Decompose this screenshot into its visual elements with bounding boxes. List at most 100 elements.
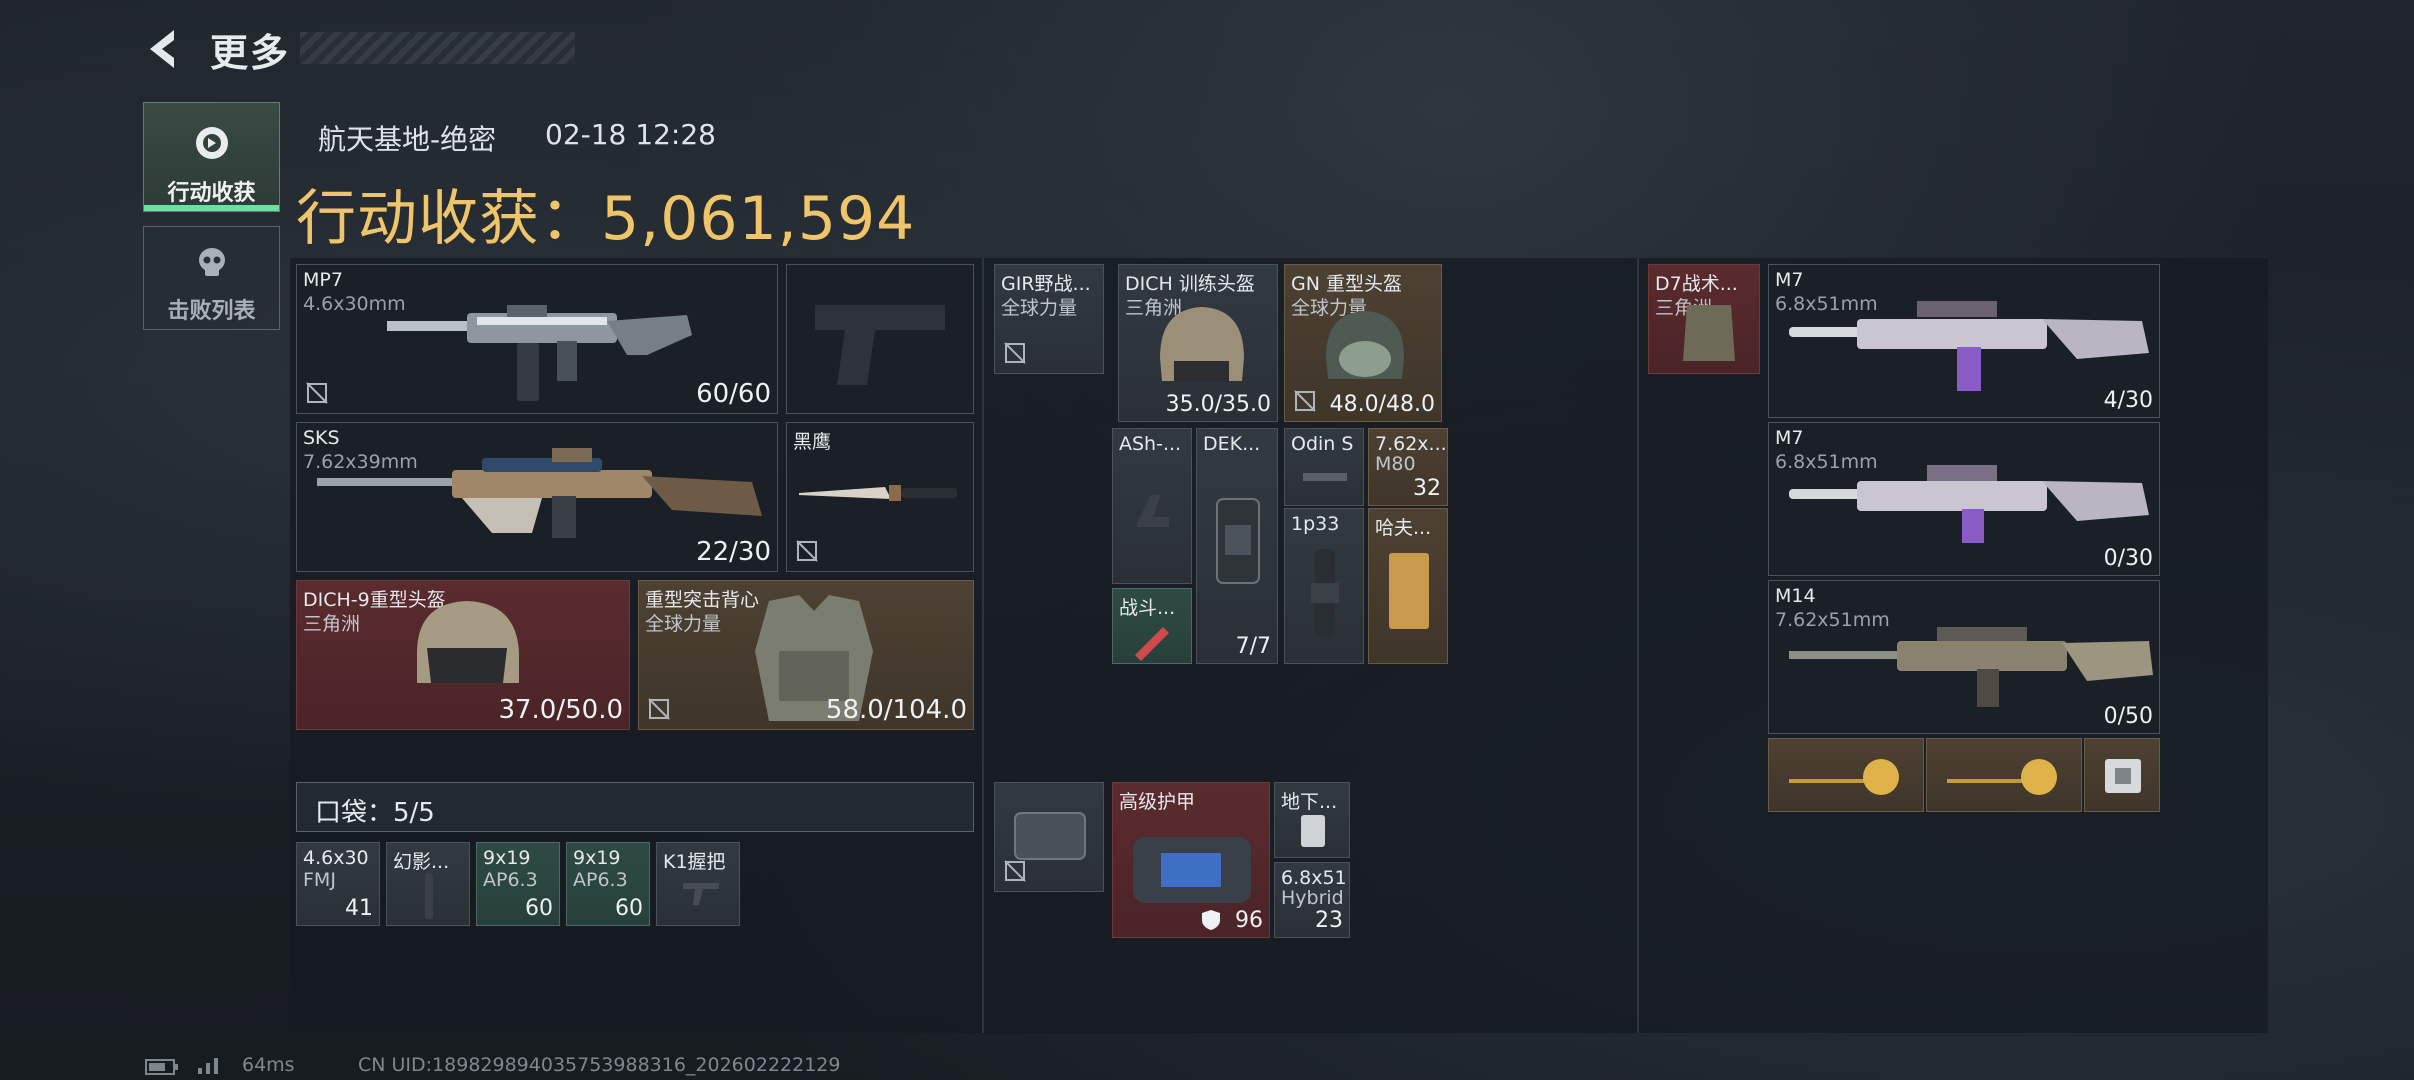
item-name: 9x19: [573, 847, 621, 869]
melee-slot[interactable]: 黑鹰: [786, 422, 974, 572]
gear-target-icon: [195, 127, 228, 159]
backpack-item[interactable]: Odin S: [1284, 428, 1364, 506]
no-insure-icon: [306, 382, 328, 404]
skull-icon: [198, 248, 225, 276]
rig-icon: [1683, 305, 1735, 361]
backpack-item[interactable]: DEK... 7/7: [1196, 428, 1278, 664]
item-name: 哈夫...: [1375, 517, 1432, 539]
tab-haul-label: 行动收获: [167, 181, 256, 206]
item-name: 9x19: [483, 847, 531, 869]
pocket-item[interactable]: 幻影...: [386, 842, 470, 926]
pocket-label: 口袋：5/5: [315, 798, 435, 828]
syringe-icon: [1135, 627, 1169, 661]
no-insure-icon: [1004, 342, 1026, 364]
item-name: Odin S: [1291, 433, 1354, 455]
item-count: 60: [525, 896, 553, 921]
haul-value: 行动收获：5,061,594: [296, 184, 916, 254]
ammo-count: 4/30: [2103, 388, 2153, 413]
backpack-item[interactable]: 战斗...: [1112, 588, 1192, 664]
item-name: 6.8x51: [1281, 867, 1347, 889]
pocket-header: 口袋：5/5: [296, 782, 974, 832]
item-name: 幻影...: [393, 851, 450, 873]
back-arrow-icon[interactable]: [140, 24, 190, 74]
item-sub: AP6.3: [483, 869, 538, 891]
rose-item[interactable]: [1768, 738, 1924, 812]
durability: 35.0/35.0: [1165, 392, 1271, 417]
item-name: K1握把: [663, 851, 726, 873]
item-name: 1p33: [1291, 513, 1340, 535]
durability: 37.0/50.0: [498, 695, 623, 725]
weapon-slot-m7-secondary[interactable]: M7 6.8x51mm 0/30: [1768, 422, 2160, 576]
sidearm-slot-empty[interactable]: [786, 264, 974, 414]
safe-case-slot[interactable]: [994, 782, 1104, 892]
armor-bag-icon: [1133, 837, 1251, 903]
item-name: 地下...: [1281, 791, 1338, 813]
item-name: DICH 训练头盔: [1125, 273, 1255, 295]
case-icon: [1014, 812, 1086, 860]
item-count: 23: [1315, 908, 1343, 933]
item-count: 60: [615, 896, 643, 921]
pocket-item[interactable]: 9x19 AP6.3 60: [566, 842, 650, 926]
ping-text: 64ms: [242, 1054, 295, 1076]
item-brand: 全球力量: [1001, 297, 1078, 319]
durability: 48.0/48.0: [1329, 392, 1435, 417]
armor-slot[interactable]: 重型突击背心 全球力量 58.0/104.0: [638, 580, 974, 730]
rose-item[interactable]: [1926, 738, 2082, 812]
tactical-rig-slot[interactable]: D7战术... 三角洲: [1648, 264, 1760, 374]
shield-icon: [1202, 910, 1220, 930]
durability: 58.0/104.0: [825, 695, 967, 725]
tab-kill-list-label: 击败列表: [167, 299, 256, 324]
weapon-slot-mp7[interactable]: MP7 4.6x30mm 60/60: [296, 264, 778, 414]
ammo-count: 0/50: [2103, 704, 2153, 729]
backpack-item[interactable]: 7.62x... M80 32: [1368, 428, 1448, 506]
weapon-slot-m14[interactable]: M14 7.62x51mm 0/50: [1768, 580, 2160, 734]
helmet-icon: [1326, 311, 1404, 379]
chip-item[interactable]: [2084, 738, 2160, 812]
item-count: 41: [345, 896, 373, 921]
item-name: 黑鹰: [793, 431, 832, 453]
tab-haul[interactable]: 行动收获: [143, 102, 280, 212]
m7-rifle-icon: [1789, 465, 2149, 543]
battery-icon: [145, 1059, 178, 1075]
backpack-item[interactable]: 1p33: [1284, 508, 1364, 664]
golden-rose-icon: [1947, 759, 2057, 795]
item-sub: Hybrid: [1281, 887, 1344, 909]
helmet-slot-heavy[interactable]: GN 重型头盔 全球力量 48.0/48.0: [1284, 264, 1442, 422]
helmet-slot-training[interactable]: DICH 训练头盔 三角洲 35.0/35.0: [1118, 264, 1278, 422]
match-timestamp: 02-18 12:28: [545, 118, 716, 151]
item-count: 7/7: [1235, 634, 1271, 659]
backpack-item[interactable]: 6.8x51 Hybrid 23: [1274, 862, 1350, 938]
backpack-item[interactable]: ASh-...: [1112, 428, 1192, 584]
knife-icon: [799, 485, 957, 501]
armor-bag-item[interactable]: 高级护甲 96: [1112, 782, 1270, 938]
chest-rig-slot[interactable]: GIR野战... 全球力量: [994, 264, 1104, 374]
map-location: 航天基地-绝密: [318, 123, 497, 156]
no-insure-icon: [1294, 390, 1316, 412]
attachment-icon: [1303, 473, 1347, 481]
backpack-item[interactable]: 哈夫...: [1368, 508, 1448, 664]
tool-icon: [425, 873, 433, 919]
no-insure-icon: [648, 698, 670, 720]
header-decoration: [300, 32, 575, 64]
tab-kill-list[interactable]: 击败列表: [143, 226, 280, 330]
backpack-item[interactable]: 地下...: [1274, 782, 1350, 858]
item-name: MP7: [303, 269, 343, 291]
pocket-item[interactable]: 9x19 AP6.3 60: [476, 842, 560, 926]
helmet-slot[interactable]: DICH-9重型头盔 三角洲 37.0/50.0: [296, 580, 630, 730]
scope-icon: [1311, 549, 1339, 637]
item-count: 32: [1413, 476, 1441, 501]
mp7-rifle-icon: [387, 305, 692, 401]
item-name: ASh-...: [1119, 433, 1182, 455]
uid-text: CN UID:18982989403575398831​6_2026022221…: [358, 1054, 841, 1076]
no-insure-icon: [796, 540, 818, 562]
item-name: 战斗...: [1119, 597, 1176, 619]
weapon-slot-sks[interactable]: SKS 7.62x39mm 22/30: [296, 422, 778, 572]
item-count: 96: [1235, 908, 1263, 933]
column-divider: [1637, 258, 1639, 1033]
pocket-item[interactable]: K1握把: [656, 842, 740, 926]
item-sub: FMJ: [303, 869, 336, 891]
pocket-item[interactable]: 4.6x30 FMJ 41: [296, 842, 380, 926]
item-name: M14: [1775, 585, 1816, 607]
weapon-slot-m7-primary[interactable]: M7 6.8x51mm 4/30: [1768, 264, 2160, 418]
ammo-count: 60/60: [696, 379, 771, 409]
